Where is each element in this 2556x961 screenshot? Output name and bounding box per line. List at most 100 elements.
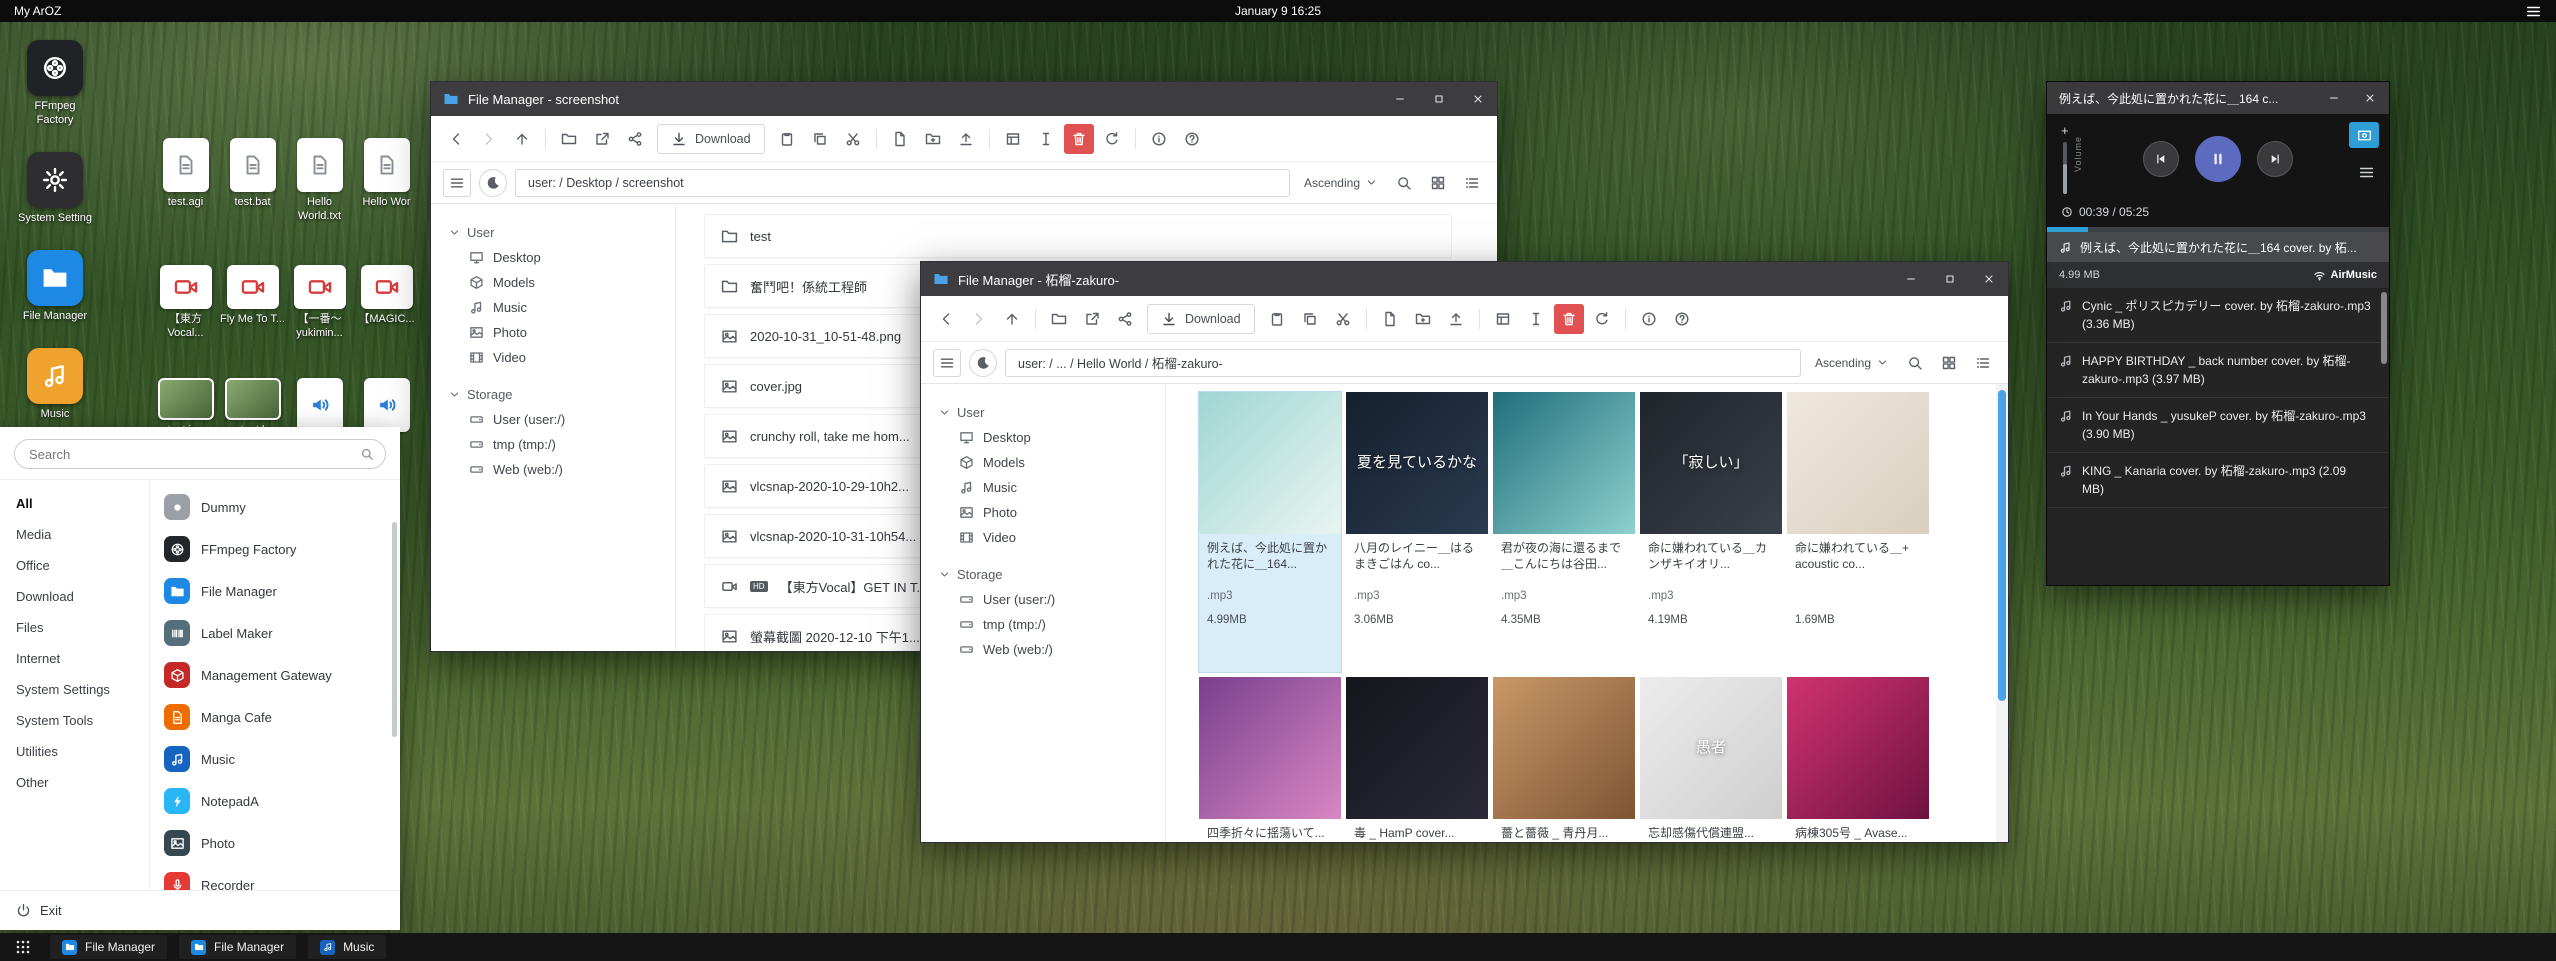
brand-label[interactable]: My ArOZ [14,4,61,18]
new-file-button[interactable] [1375,304,1405,334]
sidebar-item[interactable]: Video [921,525,1165,550]
player-menu-icon[interactable] [2358,164,2375,181]
cut-button[interactable] [838,124,868,154]
up-button[interactable] [507,124,537,154]
open-external-button[interactable] [1077,304,1107,334]
file-icon[interactable] [364,138,410,192]
video-file-icon[interactable] [361,265,413,309]
top-menu-icon[interactable] [2525,3,2542,20]
close-button[interactable] [1974,266,2004,292]
category-item[interactable]: Office [0,550,149,581]
desktop-app-icon[interactable]: File Manager [16,250,94,324]
desktop-app-icon[interactable]: FFmpeg Factory [16,40,94,128]
dark-mode-toggle[interactable] [479,169,507,197]
video-file-icon[interactable] [227,265,279,309]
file-row[interactable]: test [704,214,1452,258]
sidebar-item[interactable]: tmp (tmp:/) [431,432,675,457]
new-folder-button[interactable] [1408,304,1438,334]
playlist-scrollbar[interactable] [2381,292,2387,364]
file-card[interactable]: 夏を見ているかな 八月のレイニー＿はるまきごはん co... .mp3 3.06… [1346,392,1488,672]
download-button[interactable]: Download [1147,304,1255,334]
titlebar[interactable]: File Manager - 柘榴-zakuro- [921,262,2008,296]
properties-button[interactable] [998,124,1028,154]
app-list-item[interactable]: Recorder [150,864,400,890]
exit-button[interactable]: Exit [0,890,400,930]
share-button[interactable] [1110,304,1140,334]
taskbar-task[interactable]: Music [308,935,386,959]
refresh-button[interactable] [1587,304,1617,334]
category-item[interactable]: Utilities [0,736,149,767]
thumbnail-file-icon[interactable] [297,378,343,432]
sidebar-item[interactable]: User (user:/) [431,407,675,432]
app-list-item[interactable]: Label Maker [150,612,400,654]
playlist-item[interactable]: KING _ Kanaria cover. by 柘榴-zakuro-.mp3 … [2047,453,2389,508]
new-folder-button[interactable] [918,124,948,154]
menu-button[interactable] [443,169,471,197]
forward-button[interactable] [964,304,994,334]
breadcrumb[interactable]: user: / Desktop / screenshot [515,169,1290,197]
desktop-file-icon[interactable]: 【一番〜yukimin... [286,265,353,341]
playlist-item[interactable]: HAPPY BIRTHDAY _ back number cover. by 柘… [2047,343,2389,398]
file-card[interactable]: 四季折々に揺蕩いて... [1199,677,1341,842]
menu-button[interactable] [933,349,961,377]
grid-view-button[interactable] [1425,170,1451,196]
app-icon[interactable] [27,152,83,208]
sidebar-item[interactable]: Web (web:/) [921,637,1165,662]
minimize-button[interactable] [1896,266,1926,292]
file-card[interactable]: 「寂しい」 命に嫌われている＿カンザキイオリ... .mp3 4.19MB [1640,392,1782,672]
search-button[interactable] [1391,170,1417,196]
app-list-item[interactable]: Music [150,738,400,780]
list-view-button[interactable] [1970,350,1996,376]
titlebar[interactable]: 例えば、今此処に置かれた花に＿164 c... [2047,82,2389,114]
list-view-button[interactable] [1459,170,1485,196]
desktop-file-icon[interactable]: 【MAGIC... [353,265,420,341]
breadcrumb[interactable]: user: / ... / Hello World / 柘榴-zakuro- [1005,349,1801,377]
file-card[interactable]: 毒 _ HamP cover... [1346,677,1488,842]
category-item[interactable]: Other [0,767,149,798]
refresh-button[interactable] [1097,124,1127,154]
desktop-file-icon[interactable]: test.agi [152,138,219,224]
search-input[interactable] [14,439,386,469]
minimize-button[interactable] [1385,86,1415,112]
delete-button[interactable] [1064,124,1094,154]
paste-button[interactable] [1262,304,1292,334]
video-file-icon[interactable] [160,265,212,309]
file-card[interactable]: 病棟305号 _ Avase... [1787,677,1929,842]
thumbnail-file-icon[interactable] [225,378,281,420]
file-card[interactable]: 君が夜の海に還るまで＿こんにちは谷田... .mp3 4.35MB [1493,392,1635,672]
dark-mode-toggle[interactable] [969,349,997,377]
close-button[interactable] [2355,85,2385,111]
help-button[interactable] [1667,304,1697,334]
maximize-button[interactable] [1424,86,1454,112]
file-icon[interactable] [297,138,343,192]
help-button[interactable] [1177,124,1207,154]
upload-button[interactable] [1441,304,1471,334]
app-icon[interactable] [27,40,83,96]
app-list-item[interactable]: FFmpeg Factory [150,528,400,570]
desktop-file-icon[interactable]: Hello Wor [353,138,420,224]
sidebar-item[interactable]: Music [431,295,675,320]
sidebar-item[interactable]: Web (web:/) [431,457,675,482]
playlist-item[interactable]: Cynic _ ポリスピカデリー cover. by 柘榴-zakuro-.mp… [2047,288,2389,343]
volume-slider[interactable]: + [2061,124,2069,194]
app-list-item[interactable]: Photo [150,822,400,864]
app-list-item[interactable]: Dummy [150,486,400,528]
sidebar-section-user[interactable]: User [431,220,675,245]
category-item[interactable]: Download [0,581,149,612]
file-card[interactable]: 例えば、今此処に置かれた花に＿164... .mp3 4.99MB [1199,392,1341,672]
sidebar-item[interactable]: Models [431,270,675,295]
maximize-button[interactable] [1935,266,1965,292]
open-button[interactable] [554,124,584,154]
copy-button[interactable] [805,124,835,154]
rename-button[interactable] [1521,304,1551,334]
delete-button[interactable] [1554,304,1584,334]
sidebar-item[interactable]: tmp (tmp:/) [921,612,1165,637]
file-icon[interactable] [163,138,209,192]
open-button[interactable] [1044,304,1074,334]
scrollbar[interactable] [1996,384,2008,842]
rename-button[interactable] [1031,124,1061,154]
sidebar-section-storage[interactable]: Storage [431,382,675,407]
file-card[interactable]: 薔と薔薇 _ 青丹月... [1493,677,1635,842]
desktop-file-icon[interactable]: 【東方Vocal... [152,265,219,341]
sidebar-item[interactable]: Video [431,345,675,370]
